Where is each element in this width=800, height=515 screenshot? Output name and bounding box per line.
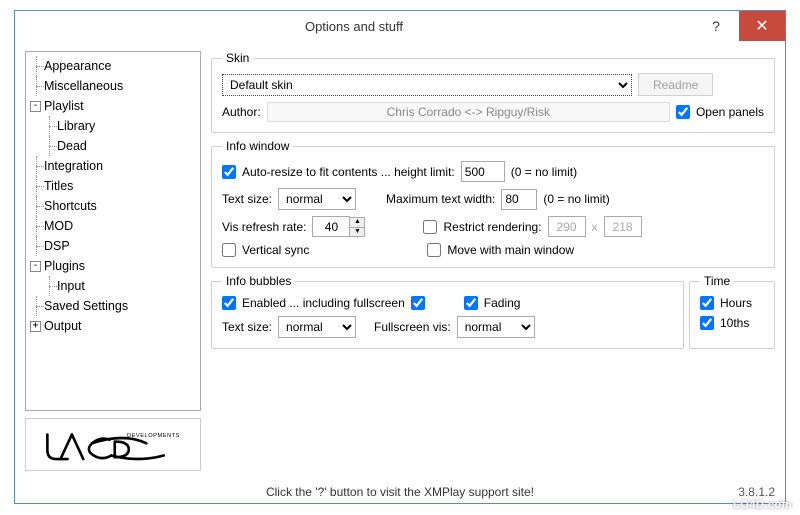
hours-checkbox[interactable] <box>700 296 714 310</box>
open-panels-checkbox[interactable] <box>676 105 690 119</box>
tree-item-playlist[interactable]: -Playlist <box>28 96 198 116</box>
text-size-select[interactable]: normal <box>278 188 356 210</box>
tree-item-plugins[interactable]: -Plugins <box>28 256 198 276</box>
readme-button[interactable]: Readme <box>638 73 713 96</box>
bubbles-enabled-checkbox[interactable] <box>222 296 236 310</box>
window-title: Options and stuff <box>15 19 693 34</box>
bubbles-text-size-label: Text size: <box>222 320 272 334</box>
vis-rate-label: Vis refresh rate: <box>222 220 306 234</box>
tree-item-titles[interactable]: Titles <box>28 176 198 196</box>
max-width-input[interactable] <box>501 189 537 210</box>
restrict-width-input <box>548 216 586 237</box>
skin-select[interactable]: Default skin <box>222 74 632 96</box>
tree-item-appearance[interactable]: Appearance <box>28 56 198 76</box>
height-limit-input[interactable] <box>461 161 505 182</box>
bubbles-fading-label: Fading <box>484 296 521 310</box>
category-tree[interactable]: Appearance Miscellaneous -Playlist Libra… <box>25 51 201 411</box>
vsync-label: Vertical sync <box>242 243 309 257</box>
tree-item-dsp[interactable]: DSP <box>28 236 198 256</box>
collapse-icon[interactable]: - <box>30 261 41 272</box>
move-with-checkbox[interactable] <box>427 243 441 257</box>
hours-label: Hours <box>720 296 752 310</box>
skin-legend: Skin <box>222 51 253 65</box>
tenths-checkbox[interactable] <box>700 316 714 330</box>
restrict-x-label: x <box>592 220 598 234</box>
tree-item-miscellaneous[interactable]: Miscellaneous <box>28 76 198 96</box>
expand-icon[interactable]: + <box>30 321 41 332</box>
options-window: Options and stuff ? ✕ Appearance Miscell… <box>14 10 786 504</box>
info-window-legend: Info window <box>222 139 293 153</box>
vis-rate-spinner[interactable]: ▲▼ <box>349 217 365 237</box>
info-bubbles-legend: Info bubbles <box>222 274 295 288</box>
autoresize-checkbox[interactable] <box>222 165 236 179</box>
developer-logo: DEVELOPMENTS <box>25 418 201 471</box>
tree-item-output[interactable]: +Output <box>28 316 198 336</box>
footer-text: Click the '?' button to visit the XMPlay… <box>266 485 534 499</box>
no-limit-label-2: (0 = no limit) <box>543 192 609 206</box>
skin-group: Skin Default skin Readme Author: Chris C… <box>211 51 775 133</box>
bubbles-fullscreen-vis-label: Fullscreen vis: <box>374 320 451 334</box>
author-field: Chris Corrado <-> Ripguy/Risk <box>267 102 670 122</box>
autoresize-label: Auto-resize to fit contents ... height l… <box>242 165 455 179</box>
content-panel: Skin Default skin Readme Author: Chris C… <box>211 51 775 471</box>
bubbles-fullscreen-checkbox[interactable] <box>411 296 425 310</box>
unseen-logo-icon: DEVELOPMENTS <box>43 424 183 466</box>
footer: Click the '?' button to visit the XMPlay… <box>15 481 785 503</box>
open-panels-label: Open panels <box>696 105 764 119</box>
tree-item-saved-settings[interactable]: Saved Settings <box>28 296 198 316</box>
tree-item-mod[interactable]: MOD <box>28 216 198 236</box>
tree-item-library[interactable]: Library <box>28 116 198 136</box>
bubbles-fading-checkbox[interactable] <box>464 296 478 310</box>
text-size-label: Text size: <box>222 192 272 206</box>
info-bubbles-group: Info bubbles Enabled ... including fulls… <box>211 274 684 349</box>
help-button[interactable]: ? <box>693 11 739 41</box>
tree-item-shortcuts[interactable]: Shortcuts <box>28 196 198 216</box>
time-legend: Time <box>700 274 734 288</box>
titlebar: Options and stuff ? ✕ <box>15 11 785 41</box>
vsync-checkbox[interactable] <box>222 243 236 257</box>
tenths-label: 10ths <box>720 316 749 330</box>
info-window-group: Info window Auto-resize to fit contents … <box>211 139 775 268</box>
tree-item-dead[interactable]: Dead <box>28 136 198 156</box>
watermark: LO4D.com <box>733 499 792 511</box>
collapse-icon[interactable]: - <box>30 101 41 112</box>
bubbles-text-size-select[interactable]: normal <box>278 316 356 338</box>
tree-item-integration[interactable]: Integration <box>28 156 198 176</box>
no-limit-label-1: (0 = no limit) <box>511 165 577 179</box>
svg-text:DEVELOPMENTS: DEVELOPMENTS <box>127 433 180 439</box>
bubbles-enabled-label: Enabled ... including fullscreen <box>242 296 405 310</box>
move-with-label: Move with main window <box>447 243 574 257</box>
sidebar: Appearance Miscellaneous -Playlist Libra… <box>25 51 201 471</box>
tree-item-input[interactable]: Input <box>28 276 198 296</box>
restrict-height-input <box>604 216 642 237</box>
author-label: Author: <box>222 105 261 119</box>
max-width-label: Maximum text width: <box>386 192 495 206</box>
bubbles-fullscreen-vis-select[interactable]: normal <box>457 316 535 338</box>
restrict-rendering-label: Restrict rendering: <box>443 220 541 234</box>
version-label: 3.8.1.2 <box>738 485 775 499</box>
vis-rate-input[interactable] <box>312 216 350 237</box>
close-button[interactable]: ✕ <box>739 11 785 41</box>
time-group: Time Hours 10ths <box>689 274 775 349</box>
restrict-rendering-checkbox[interactable] <box>423 220 437 234</box>
